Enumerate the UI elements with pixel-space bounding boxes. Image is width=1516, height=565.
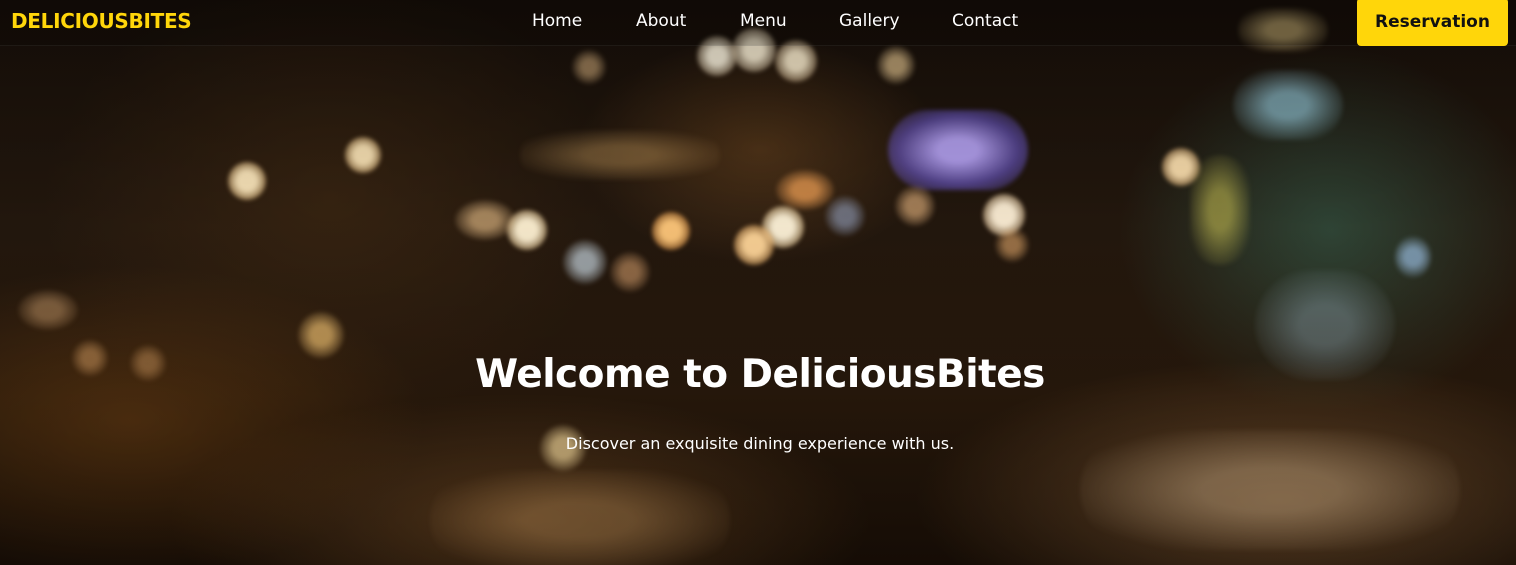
background-overlay xyxy=(0,0,1516,565)
navbar: DELICIOUSBITES Home About Menu Gallery C… xyxy=(0,0,1516,46)
nav-link-menu[interactable]: Menu xyxy=(740,11,787,31)
reservation-button[interactable]: Reservation xyxy=(1357,0,1508,46)
hero-subtitle: Discover an exquisite dining experience … xyxy=(565,434,955,453)
nav-link-contact[interactable]: Contact xyxy=(952,11,1018,31)
hero-title: Welcome to DeliciousBites xyxy=(475,352,1045,397)
nav-link-home[interactable]: Home xyxy=(532,11,582,31)
nav-links: Home About Menu Gallery Contact xyxy=(0,11,1516,35)
hero-section: DELICIOUSBITES Home About Menu Gallery C… xyxy=(0,0,1516,565)
nav-link-about[interactable]: About xyxy=(636,11,686,31)
nav-link-gallery[interactable]: Gallery xyxy=(839,11,900,31)
